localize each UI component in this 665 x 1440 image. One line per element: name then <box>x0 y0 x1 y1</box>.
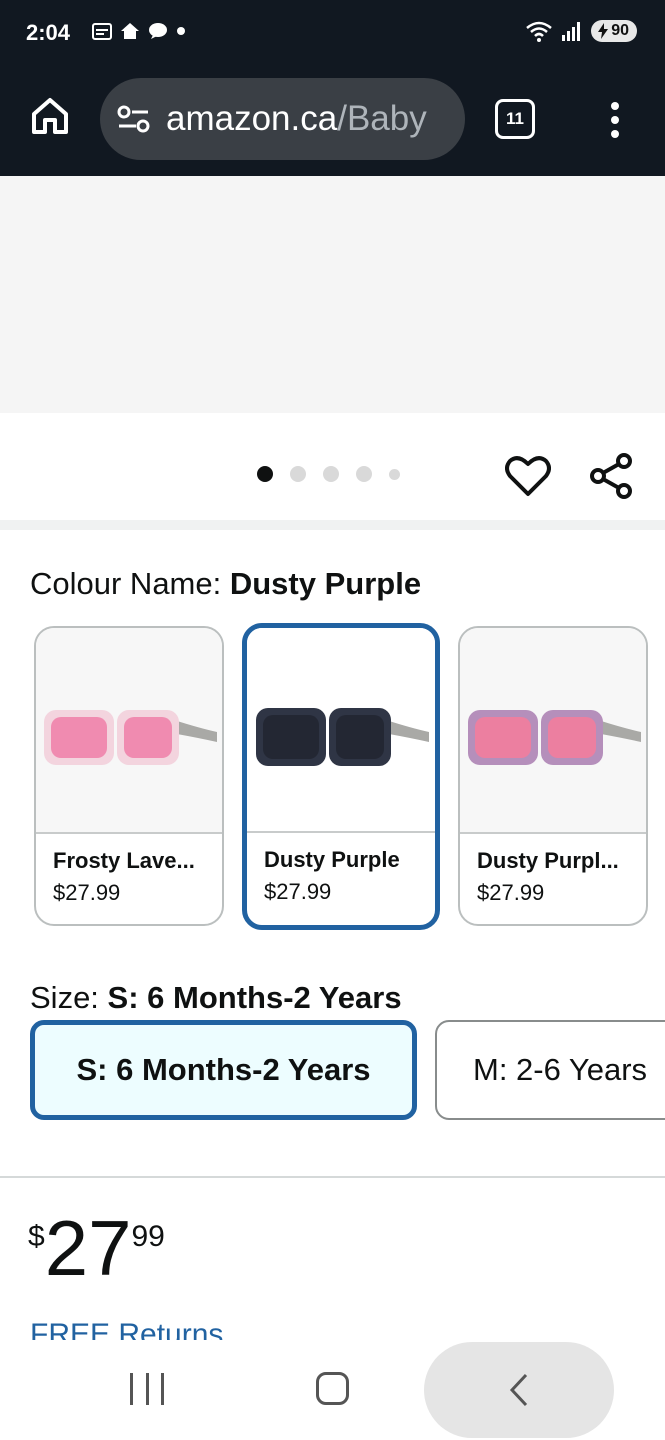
swatch-name: Dusty Purpl... <box>477 848 619 873</box>
sunglasses-icon <box>468 710 641 765</box>
signal-icon <box>562 22 581 41</box>
section-divider <box>0 520 665 530</box>
tab-switcher-button[interactable]: 11 <box>495 99 535 139</box>
colour-swatch-selected[interactable]: Dusty Purple $27.99 <box>242 623 440 930</box>
status-bar: 2:04 90 <box>0 0 665 70</box>
system-nav-bar <box>0 1340 665 1440</box>
home-nav-icon[interactable] <box>316 1372 349 1405</box>
battery-level: 90 <box>611 22 629 39</box>
sunglasses-icon <box>44 710 217 765</box>
chat-icon <box>149 23 167 39</box>
url-path: /Baby <box>337 99 427 138</box>
size-label: Size: S: 6 Months-2 Years <box>30 980 402 1016</box>
recents-icon[interactable] <box>130 1373 164 1405</box>
section-divider <box>0 1176 665 1178</box>
free-returns-link[interactable]: FREE Returns <box>30 1318 223 1340</box>
product-image-area[interactable] <box>0 176 665 413</box>
sunglasses-icon <box>256 707 429 766</box>
size-label-prefix: Size: <box>30 980 108 1015</box>
swatch-image <box>247 628 435 833</box>
swatch-price: $27.99 <box>264 879 332 904</box>
status-time: 2:04 <box>26 20 71 45</box>
size-option-selected[interactable]: S: 6 Months-2 Years <box>30 1020 417 1120</box>
price: $ 27 99 <box>28 1208 165 1288</box>
carousel-dot[interactable] <box>389 468 400 480</box>
swatch-name: Frosty Lave... <box>53 848 195 873</box>
swatch-image <box>36 628 222 834</box>
size-selected-value: S: 6 Months-2 Years <box>107 980 402 1015</box>
price-fraction: 99 <box>131 1220 165 1253</box>
heart-icon[interactable] <box>505 454 551 498</box>
address-bar[interactable]: amazon.ca/Baby <box>100 78 465 160</box>
house-icon <box>121 23 139 39</box>
calendar-icon <box>92 23 112 40</box>
colour-swatch[interactable]: Dusty Purpl... $27.99 <box>458 626 648 926</box>
more-menu-icon[interactable] <box>600 98 630 142</box>
charging-icon <box>598 23 609 39</box>
price-whole: 27 <box>44 1204 132 1292</box>
battery-indicator: 90 <box>591 20 637 42</box>
colour-label: Colour Name: Dusty Purple <box>30 566 421 602</box>
size-option[interactable]: M: 2-6 Years <box>435 1020 665 1120</box>
swatch-price: $27.99 <box>477 880 545 905</box>
price-symbol: $ <box>28 1220 45 1253</box>
status-right: 90 <box>525 20 637 42</box>
dot-icon <box>177 27 185 35</box>
swatch-price: $27.99 <box>53 880 121 905</box>
carousel-dot[interactable] <box>356 466 372 482</box>
image-carousel-dots <box>257 466 400 482</box>
notification-icons <box>92 22 186 40</box>
site-settings-icon[interactable] <box>116 104 152 134</box>
wifi-icon <box>526 21 553 42</box>
back-icon <box>509 1373 528 1407</box>
colour-selected-value: Dusty Purple <box>229 566 422 601</box>
url-host: amazon.ca <box>166 99 338 138</box>
home-icon[interactable] <box>28 94 72 138</box>
carousel-dot[interactable] <box>323 466 339 482</box>
colour-swatch[interactable]: Frosty Lave... $27.99 <box>34 626 224 926</box>
share-icon[interactable] <box>588 452 634 500</box>
browser-toolbar: amazon.ca/Baby 11 <box>0 70 665 176</box>
carousel-dot-active[interactable] <box>257 466 273 482</box>
swatch-name: Dusty Purple <box>264 847 400 872</box>
colour-label-prefix: Colour Name: <box>30 566 230 601</box>
carousel-dot[interactable] <box>290 466 306 482</box>
back-button[interactable] <box>424 1342 614 1438</box>
swatch-image <box>460 628 646 834</box>
